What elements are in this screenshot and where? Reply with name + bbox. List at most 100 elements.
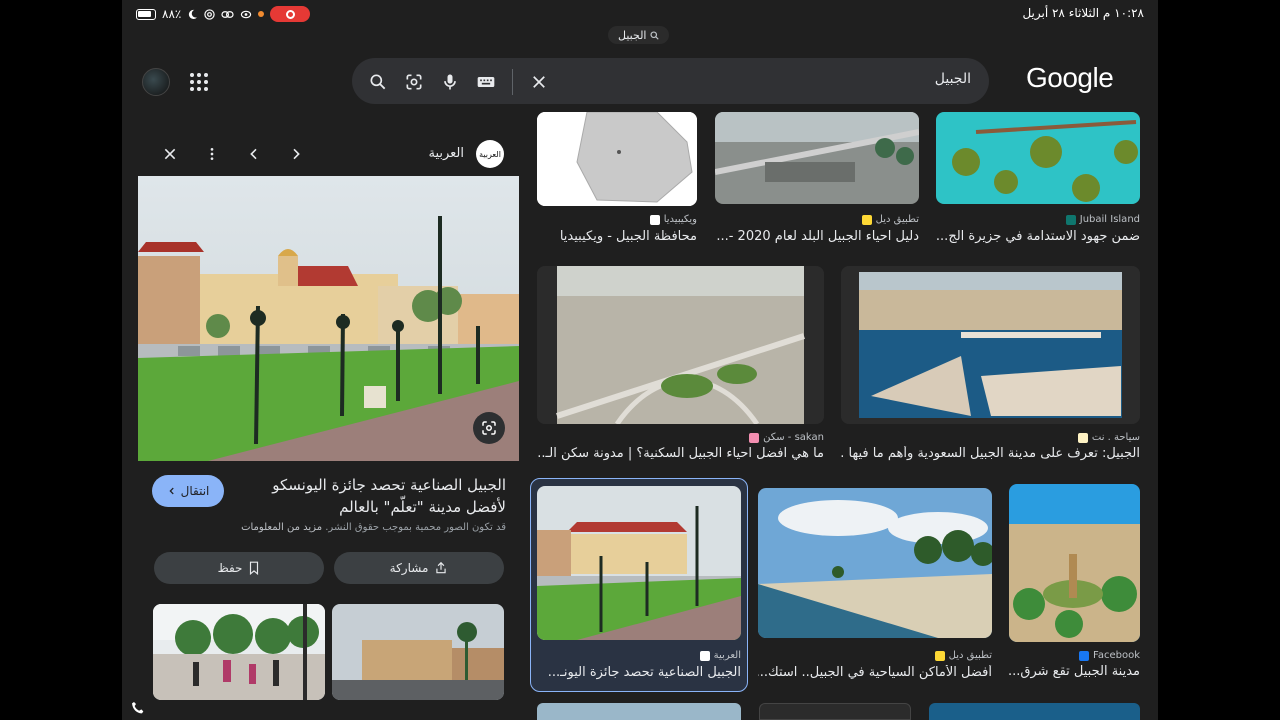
favicon-icon [1077, 432, 1088, 443]
result-image-partial[interactable] [759, 703, 911, 720]
preview-image[interactable] [138, 176, 519, 461]
favicon-icon [699, 650, 710, 661]
result-source: سياحة . نت [1077, 432, 1140, 443]
result-source-name: تطبيق ديل [875, 214, 919, 225]
result-card[interactable]: تطبيق ديل أفضل الأماكن السياحية في الجبي… [758, 488, 992, 684]
source-name[interactable]: العربية [428, 146, 464, 161]
favicon-icon [934, 650, 945, 661]
result-source-name: تطبيق ديل [948, 650, 992, 661]
share-label: مشاركة [389, 561, 429, 575]
result-title[interactable]: الجبيل: تعرف على مدينة الجبيل السعودية و… [841, 446, 1140, 461]
mic-icon[interactable] [438, 70, 462, 94]
clear-icon[interactable] [527, 70, 551, 94]
at-icon [204, 8, 216, 20]
result-source: تطبيق ديل [934, 650, 992, 661]
lens-icon[interactable] [402, 70, 426, 94]
result-image[interactable] [537, 266, 824, 424]
result-image-partial[interactable] [537, 703, 741, 720]
chevron-left-icon[interactable] [242, 142, 266, 166]
favicon-icon [749, 432, 760, 443]
keyboard-icon[interactable] [474, 70, 498, 94]
result-title[interactable]: محافظة الجبيل - ويكيبيديا [537, 229, 697, 244]
save-label: حفظ [217, 561, 243, 575]
status-bar: ٨٨٪ ١٠:٢٨ م الثلاثاء ٢٨ أبريل [122, 0, 1158, 28]
detail-panel-header: العربية العربية [138, 140, 518, 168]
visit-button[interactable]: انتقال [152, 475, 224, 507]
result-image[interactable] [758, 488, 992, 638]
result-source-name: العربية [713, 650, 741, 661]
result-source: تطبيق ديل [861, 214, 919, 225]
result-title[interactable]: أفضل الأماكن السياحية في الجبيل.. استك..… [758, 665, 992, 680]
share-button[interactable]: مشاركة [334, 552, 504, 584]
result-title[interactable]: ضمن جهود الاستدامة في جزيرة الج... [936, 229, 1140, 244]
account-avatar[interactable] [142, 68, 170, 96]
result-source-name: sakan - سكن [763, 432, 824, 443]
link-icon [221, 10, 234, 18]
search-bar-icons [366, 69, 551, 95]
related-image-2[interactable] [332, 604, 504, 700]
result-card[interactable]: Jubail Island ضمن جهود الاستدامة في جزير… [936, 112, 1140, 246]
close-icon[interactable] [158, 142, 182, 166]
result-title[interactable]: دليل احياء الجبيل البلد لعام 2020 -... [715, 229, 919, 244]
url-chip[interactable]: الجبيل [608, 26, 670, 44]
moon-icon [189, 9, 198, 19]
result-image[interactable] [715, 112, 919, 204]
battery-icon [136, 8, 156, 20]
result-image[interactable] [841, 266, 1140, 424]
bookmark-icon [250, 561, 259, 575]
favicon-icon [861, 214, 872, 225]
result-card[interactable]: sakan - سكن ما هي افضل احياء الجبيل السك… [537, 266, 824, 466]
status-time-date: ١٠:٢٨ م الثلاثاء ٢٨ أبريل [1022, 6, 1144, 20]
url-chip-text: الجبيل [618, 28, 647, 42]
save-button[interactable]: حفظ [154, 552, 324, 584]
result-image[interactable] [537, 486, 741, 640]
detail-title[interactable]: الجبيل الصناعية تحصد جائزة اليونسكو لأفض… [234, 474, 506, 518]
screen-record-indicator[interactable] [270, 6, 311, 22]
result-card[interactable]: سياحة . نت الجبيل: تعرف على مدينة الجبيل… [841, 266, 1140, 466]
result-card[interactable]: ويكيبيديا محافظة الجبيل - ويكيبيديا [537, 112, 697, 246]
phone-icon[interactable] [130, 700, 146, 716]
search-icon[interactable] [366, 70, 390, 94]
result-image-partial[interactable] [929, 703, 1140, 720]
result-source-name: ويكيبيديا [663, 214, 697, 225]
result-card[interactable]: Facebook مدينة الجبيل تقع شرق... [1009, 484, 1140, 684]
privacy-dot [258, 11, 265, 17]
result-source: sakan - سكن [749, 432, 824, 443]
screen: ٨٨٪ ١٠:٢٨ م الثلاثاء ٢٨ أبريل الجبيل الج… [122, 0, 1158, 720]
result-source-name: Facebook [1093, 650, 1140, 661]
search-icon [650, 30, 660, 40]
result-image[interactable] [1009, 484, 1140, 642]
result-image[interactable] [936, 112, 1140, 204]
share-icon [436, 561, 447, 574]
source-logo[interactable]: العربية [476, 140, 504, 168]
result-title[interactable]: ما هي افضل احياء الجبيل السكنية؟ | مدونة… [537, 446, 824, 461]
result-source: Facebook [1079, 650, 1140, 661]
related-image-1[interactable] [153, 604, 325, 700]
result-image[interactable] [537, 112, 697, 206]
battery-level: ٨٨٪ [162, 7, 182, 21]
lens-search-button[interactable] [473, 412, 505, 444]
result-source: العربية [699, 650, 741, 661]
favicon-icon [1065, 214, 1076, 225]
result-source: Jubail Island [1065, 214, 1140, 225]
result-card[interactable]: تطبيق ديل دليل احياء الجبيل البلد لعام 2… [715, 112, 919, 246]
learn-more-link[interactable]: مزيد من المعلومات [241, 522, 322, 533]
chevron-left-icon [169, 487, 174, 495]
result-source-name: Jubail Island [1079, 214, 1140, 225]
more-vert-icon[interactable] [200, 142, 224, 166]
copyright-notice: قد تكون الصور محمية بموجب حقوق النشر. مز… [162, 522, 506, 533]
chevron-right-icon[interactable] [284, 142, 308, 166]
search-bar-divider [512, 69, 513, 95]
google-logo[interactable]: Google [1026, 62, 1114, 94]
search-query[interactable]: الجبيل [935, 71, 971, 87]
result-source-name: سياحة . نت [1091, 432, 1140, 443]
notice-text: قد تكون الصور محمية بموجب حقوق النشر. [325, 522, 506, 533]
result-card-selected[interactable]: العربية الجبيل الصناعية تحصد جائزة اليون… [537, 486, 741, 684]
result-title[interactable]: الجبيل الصناعية تحصد جائزة اليونـ... [537, 665, 741, 680]
search-bar[interactable]: الجبيل [352, 58, 989, 104]
status-icons: ٨٨٪ [136, 6, 311, 22]
result-title[interactable]: مدينة الجبيل تقع شرق... [1009, 664, 1140, 679]
visit-button-label: انتقال [180, 484, 210, 498]
apps-grid-icon[interactable] [190, 73, 208, 91]
result-source: ويكيبيديا [649, 214, 697, 225]
